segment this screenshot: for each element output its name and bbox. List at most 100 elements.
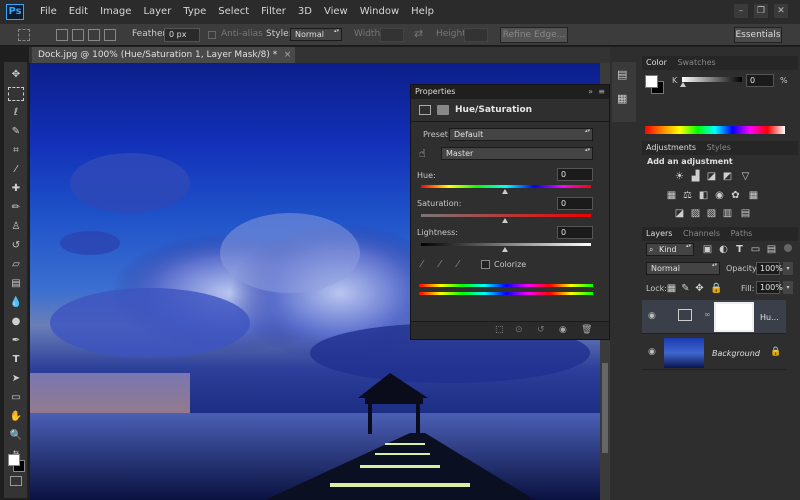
layer-mask-thumbnail[interactable] xyxy=(714,302,754,332)
k-slider-track[interactable] xyxy=(682,77,742,82)
saturation-slider-track[interactable] xyxy=(421,214,591,217)
lightness-slider-track[interactable] xyxy=(421,243,591,246)
layer-name[interactable]: Hu... xyxy=(760,313,779,322)
eraser-tool-icon[interactable]: ▱ xyxy=(8,258,24,272)
pen-tool-icon[interactable]: ✒ xyxy=(8,334,24,348)
fill-dropdown-icon[interactable]: ▾ xyxy=(783,281,793,294)
opacity-value[interactable]: 100% xyxy=(756,262,783,275)
filter-shape-icon[interactable]: ▭ xyxy=(750,244,761,255)
color-spectrum-ramp[interactable] xyxy=(645,126,785,134)
crop-tool-icon[interactable]: ⌗ xyxy=(8,144,24,158)
tab-styles[interactable]: Styles xyxy=(703,141,735,155)
add-to-selection-icon[interactable] xyxy=(72,29,84,41)
layer-row[interactable]: ◉ Background 🔒 xyxy=(642,336,786,370)
channel-mixer-icon[interactable]: ✿ xyxy=(730,190,741,201)
close-window-button[interactable]: ✕ xyxy=(774,4,788,18)
lasso-tool-icon[interactable]: ℓ xyxy=(8,106,24,120)
foreground-color-swatch[interactable] xyxy=(8,454,20,466)
menu-filter[interactable]: Filter xyxy=(255,0,292,24)
healing-brush-tool-icon[interactable]: ✚ xyxy=(8,182,24,196)
k-slider-thumb[interactable] xyxy=(680,82,686,87)
menu-layer[interactable]: Layer xyxy=(137,0,177,24)
link-icon[interactable]: ∞ xyxy=(704,310,711,319)
filter-adjustment-icon[interactable]: ◐ xyxy=(718,244,729,255)
document-tab[interactable]: Dock.jpg @ 100% (Hue/Saturation 1, Layer… xyxy=(32,47,296,63)
marquee-tool-icon[interactable] xyxy=(18,29,30,41)
layer-row[interactable]: ◉ ∞ Hu... xyxy=(642,300,786,334)
layer-visibility-icon[interactable]: ◉ xyxy=(648,311,656,321)
swap-dimensions-icon[interactable]: ⇄ xyxy=(414,27,423,40)
menu-file[interactable]: File xyxy=(34,0,63,24)
levels-icon[interactable]: ▟ xyxy=(690,171,701,182)
blend-mode-select[interactable]: Normal xyxy=(646,262,720,275)
move-tool-icon[interactable]: ✥ xyxy=(8,68,24,82)
hue-value[interactable]: 0 xyxy=(557,168,593,181)
k-value[interactable]: 0 xyxy=(746,74,774,87)
new-selection-icon[interactable] xyxy=(56,29,68,41)
type-tool-icon[interactable]: T xyxy=(8,353,24,367)
tab-swatches[interactable]: Swatches xyxy=(673,56,719,70)
menu-3d[interactable]: 3D xyxy=(292,0,318,24)
menu-view[interactable]: View xyxy=(318,0,354,24)
clip-to-layer-icon[interactable]: ⬚ xyxy=(495,325,504,335)
close-tab-icon[interactable]: × xyxy=(284,47,292,63)
reset-icon[interactable]: ↺ xyxy=(537,325,545,335)
zoom-tool-icon[interactable]: 🔍 xyxy=(8,429,24,443)
saturation-value[interactable]: 0 xyxy=(557,197,593,210)
lightness-value[interactable]: 0 xyxy=(557,226,593,239)
history-icon[interactable]: ▤ xyxy=(617,68,627,81)
antialias-checkbox[interactable] xyxy=(208,31,216,39)
eyedropper-minus-icon[interactable]: ⁄ xyxy=(457,259,459,270)
fill-value[interactable]: 100% xyxy=(756,281,783,294)
layer-mask-icon[interactable] xyxy=(437,105,449,115)
targeted-adjustment-hand-icon[interactable]: ☝ xyxy=(419,147,426,160)
brush-tool-icon[interactable]: ✏ xyxy=(8,201,24,215)
menu-help[interactable]: Help xyxy=(405,0,440,24)
lock-all-icon[interactable]: 🔒 xyxy=(710,283,722,294)
layer-visibility-icon[interactable]: ◉ xyxy=(648,347,656,357)
minimize-button[interactable]: – xyxy=(734,4,748,18)
dodge-tool-icon[interactable]: ● xyxy=(8,315,24,329)
lightness-slider-thumb[interactable] xyxy=(502,247,508,252)
width-input[interactable] xyxy=(380,28,404,42)
menu-image[interactable]: Image xyxy=(94,0,137,24)
selective-color-icon[interactable]: ▥ xyxy=(722,208,733,219)
gradient-tool-icon[interactable]: ▤ xyxy=(8,277,24,291)
layer-name[interactable]: Background xyxy=(712,349,760,358)
gradient-map-icon[interactable]: ▤ xyxy=(740,208,751,219)
feather-input[interactable]: 0 px xyxy=(164,28,200,42)
view-previous-state-icon[interactable]: ⊙ xyxy=(515,325,523,335)
workspace-switcher[interactable]: Essentials xyxy=(734,27,782,43)
height-input[interactable] xyxy=(464,28,488,42)
lock-image-icon[interactable]: ✎ xyxy=(680,283,691,294)
invert-icon[interactable]: ◪ xyxy=(674,208,685,219)
eyedropper-tool-icon[interactable]: ⁄ xyxy=(8,163,24,177)
lock-position-icon[interactable]: ✥ xyxy=(694,283,705,294)
shape-tool-icon[interactable]: ▭ xyxy=(8,391,24,405)
hue-slider-thumb[interactable] xyxy=(502,189,508,194)
tab-color[interactable]: Color xyxy=(642,56,671,70)
menu-select[interactable]: Select xyxy=(212,0,255,24)
quick-mask-icon[interactable] xyxy=(10,476,22,486)
vibrance-icon[interactable]: ▽ xyxy=(740,171,751,182)
menu-window[interactable]: Window xyxy=(354,0,405,24)
eyedropper-icon[interactable]: ⁄ xyxy=(421,259,423,270)
blur-tool-icon[interactable]: 💧 xyxy=(8,296,24,310)
filter-type-icon[interactable]: T xyxy=(734,244,745,255)
photo-filter-icon[interactable]: ◉ xyxy=(714,190,725,201)
tab-channels[interactable]: Channels xyxy=(679,227,724,241)
marquee-tool-icon[interactable] xyxy=(8,87,24,101)
foreground-color-chip[interactable] xyxy=(645,75,658,88)
tab-paths[interactable]: Paths xyxy=(727,227,757,241)
hue-slider-track[interactable] xyxy=(421,185,591,188)
exposure-icon[interactable]: ◩ xyxy=(722,171,733,182)
posterize-icon[interactable]: ▨ xyxy=(690,208,701,219)
range-select[interactable]: Master xyxy=(441,147,593,160)
intersect-selection-icon[interactable] xyxy=(104,29,116,41)
lock-transparent-icon[interactable]: ▦ xyxy=(666,283,677,294)
curves-icon[interactable]: ◪ xyxy=(706,171,717,182)
refine-edge-button[interactable]: Refine Edge... xyxy=(500,27,568,43)
filter-smart-object-icon[interactable]: ▤ xyxy=(766,244,777,255)
visibility-icon[interactable]: ◉ xyxy=(559,325,567,335)
filter-pixel-icon[interactable]: ▣ xyxy=(702,244,713,255)
